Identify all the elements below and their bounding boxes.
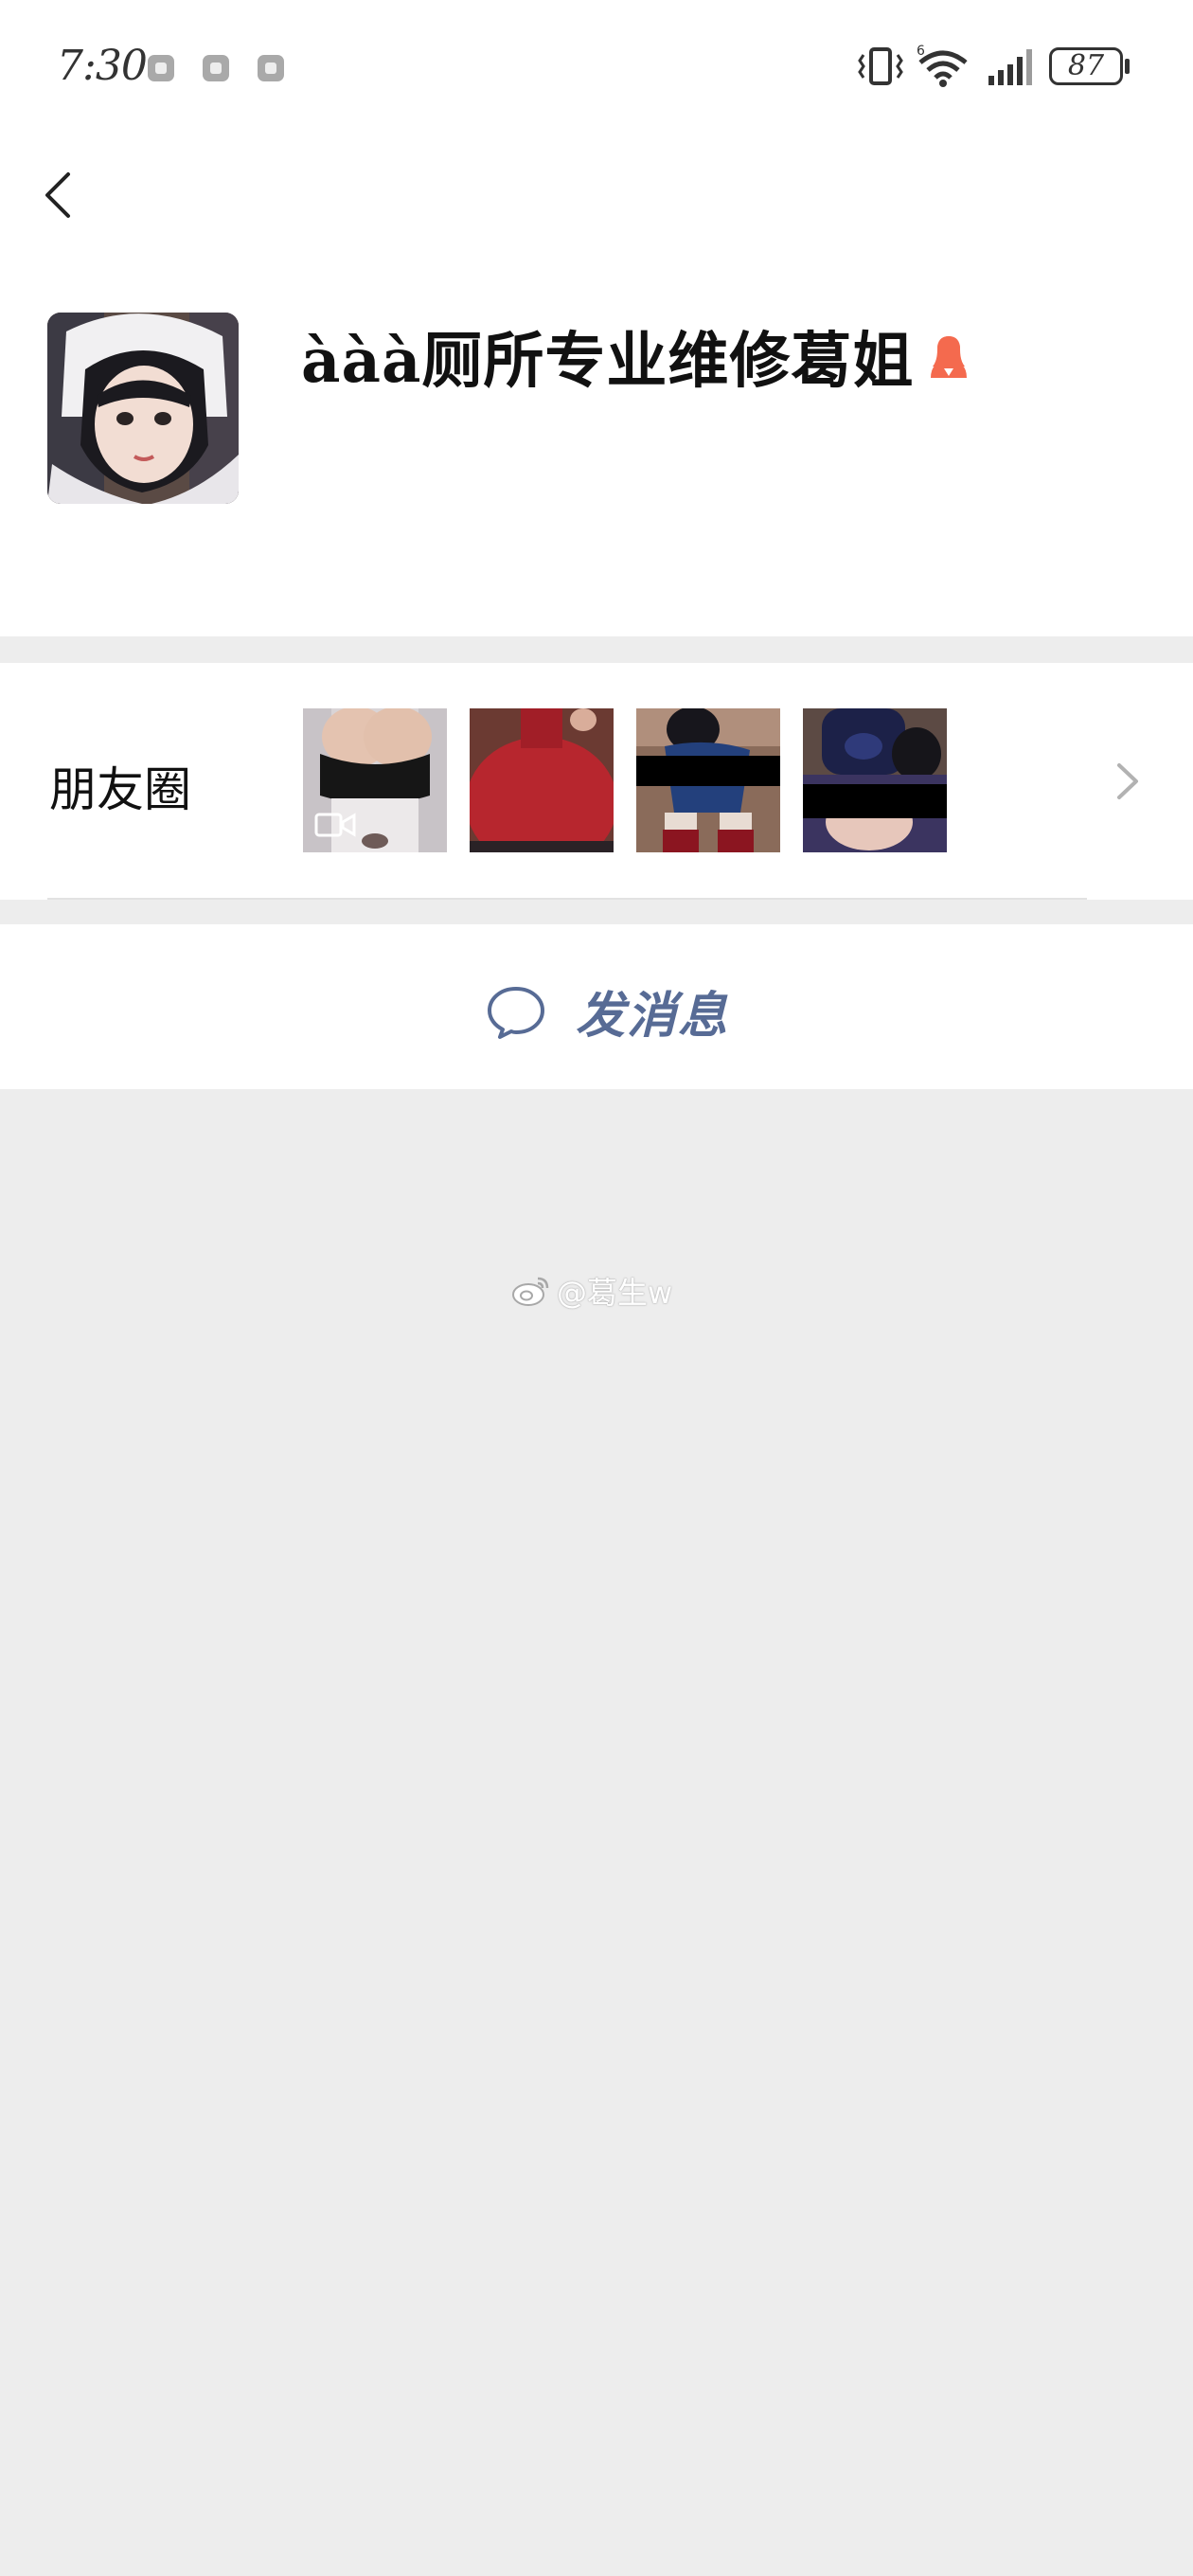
section-divider [0,636,1193,663]
moments-thumbnail[interactable] [303,708,447,852]
status-bar: 7:30 6 87 [0,0,1193,142]
back-button[interactable] [34,161,91,227]
battery-indicator: 87 [1049,47,1123,85]
signal-icon [988,49,1032,85]
notification-icon [148,55,174,81]
female-gender-icon [931,336,968,378]
moments-label: 朋友圈 [49,762,191,817]
svg-text:6: 6 [917,44,925,59]
status-time: 7:30 [57,42,148,90]
moments-thumbnails [303,708,947,852]
avatar[interactable] [47,313,239,504]
chevron-right-icon [1117,763,1138,799]
chat-bubble-icon [488,986,544,1039]
moments-row[interactable]: 朋友圈 [0,663,1193,900]
moments-thumbnail[interactable] [470,708,614,852]
moments-thumbnail[interactable] [636,708,780,852]
moments-thumbnail[interactable] [803,708,947,852]
notification-icon [203,55,229,81]
send-message-button[interactable]: 发消息 [0,924,1193,1089]
display-name: ààà厕所专业维修葛姐 [301,326,915,397]
section-divider [0,900,1193,924]
watermark: @葛生w [511,1269,672,1313]
watermark-text: @葛生w [557,1275,673,1311]
wifi-icon: 6 [917,44,968,87]
weibo-icon [512,1277,549,1306]
vibrate-icon [858,47,903,85]
video-camera-icon [314,813,356,837]
battery-tip [1125,59,1130,74]
notification-icon [258,55,284,81]
send-message-label: 发消息 [576,987,730,1045]
profile-header: ààà厕所专业维修葛姐 [0,142,1193,636]
display-name-row: ààà厕所专业维修葛姐 [301,318,970,397]
